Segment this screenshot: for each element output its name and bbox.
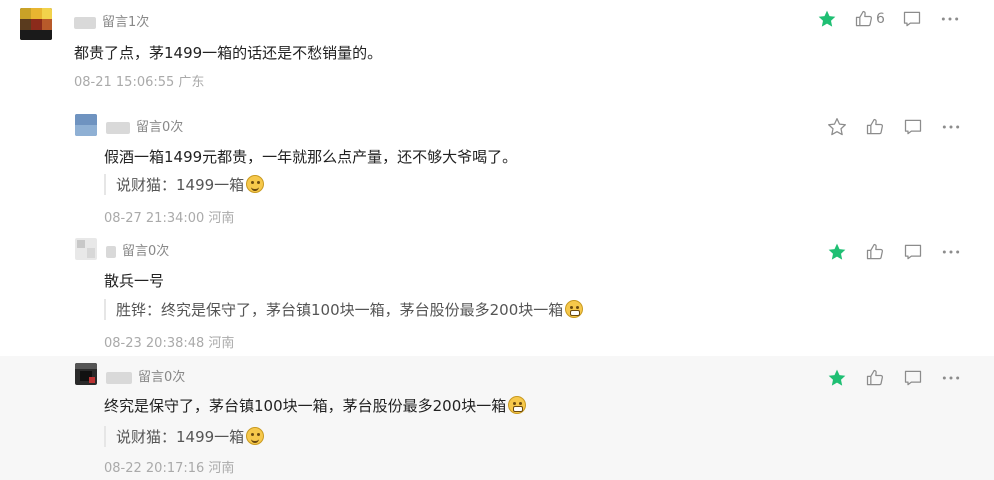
user-info: 留言0次: [106, 240, 169, 259]
user-info: 留言1次: [74, 11, 149, 30]
quoted-reply: 说财猫：1499一箱: [104, 426, 265, 447]
username-blurred[interactable]: [106, 245, 116, 258]
more-button[interactable]: [940, 242, 962, 262]
comment-icon: [904, 119, 922, 135]
like-button[interactable]: [864, 117, 886, 137]
avatar[interactable]: [75, 114, 97, 136]
like-button[interactable]: [864, 242, 886, 262]
user-info: 留言0次: [106, 116, 183, 135]
star-icon: [828, 243, 846, 260]
grin-emoji-icon: [508, 396, 527, 414]
user-info: 留言0次: [106, 366, 185, 385]
more-icon: [942, 125, 960, 129]
comment-text: 散兵一号: [104, 272, 165, 290]
comment-meta: 08-27 21:34:00 河南: [104, 211, 235, 226]
star-outline-icon: [828, 118, 846, 136]
message-count: 留言1次: [102, 15, 150, 30]
reply-item: 留言0次 散兵一号 胜铧：终究是保守了，茅台镇100块一箱，茅台股份最多200块…: [0, 232, 994, 356]
comment-actions: [826, 242, 962, 262]
comment-text: 终究是保守了，茅台镇100块一箱，茅台股份最多200块一箱: [104, 395, 527, 416]
comment-meta: 08-22 20:17:16 河南: [104, 461, 235, 476]
comment-actions: [826, 368, 962, 388]
comment-item: 留言1次 都贵了点，茅1499一箱的话还是不愁销量的。 08-21 15:06:…: [0, 0, 994, 100]
reply-button[interactable]: [902, 242, 924, 262]
reply-button[interactable]: [902, 368, 924, 388]
thumbs-up-icon: [866, 369, 883, 386]
comment-icon: [903, 11, 921, 27]
comment-actions: [826, 117, 962, 137]
thumbs-up-icon: [866, 118, 883, 135]
comment-text: 都贵了点，茅1499一箱的话还是不愁销量的。: [74, 44, 383, 62]
comment-text-body: 终究是保守了，茅台镇100块一箱，茅台股份最多200块一箱: [104, 397, 507, 415]
star-icon: [828, 369, 846, 386]
more-button[interactable]: [939, 9, 961, 29]
like-button[interactable]: 6: [854, 9, 885, 29]
comment-icon: [904, 370, 922, 386]
emoji-icon: [246, 427, 265, 445]
star-button[interactable]: [826, 368, 848, 388]
comment-meta: 08-21 15:06:55 广东: [74, 75, 205, 90]
thumbs-up-icon: [855, 10, 872, 27]
message-count: 留言0次: [122, 244, 170, 259]
like-button[interactable]: [864, 368, 886, 388]
avatar[interactable]: [75, 363, 97, 385]
like-count: 6: [876, 11, 885, 27]
quote-text: 说财猫：1499一箱: [116, 428, 245, 446]
message-count: 留言0次: [138, 370, 186, 385]
star-button[interactable]: [816, 9, 838, 29]
avatar[interactable]: [75, 238, 97, 260]
grin-emoji-icon: [565, 300, 584, 318]
more-icon: [942, 250, 960, 254]
message-count: 留言0次: [136, 120, 184, 135]
username-blurred[interactable]: [106, 121, 130, 134]
username-blurred[interactable]: [74, 16, 96, 29]
avatar[interactable]: [20, 8, 52, 40]
reply-item: 留言0次 终究是保守了，茅台镇100块一箱，茅台股份最多200块一箱 说财猫：1…: [0, 356, 994, 480]
username-blurred[interactable]: [106, 371, 132, 384]
quote-text: 说财猫：1499一箱: [116, 176, 245, 194]
reply-button[interactable]: [902, 117, 924, 137]
comment-meta: 08-23 20:38:48 河南: [104, 336, 235, 351]
quote-text: 胜铧：终究是保守了，茅台镇100块一箱，茅台股份最多200块一箱: [116, 301, 564, 319]
more-button[interactable]: [940, 117, 962, 137]
more-icon: [942, 376, 960, 380]
star-button[interactable]: [826, 117, 848, 137]
comment-text: 假酒一箱1499元都贵，一年就那么点产量，还不够大爷喝了。: [104, 148, 518, 166]
quoted-reply: 说财猫：1499一箱: [104, 174, 265, 195]
comment-icon: [904, 244, 922, 260]
reply-item: 留言0次 假酒一箱1499元都贵，一年就那么点产量，还不够大爷喝了。 说财猫：1…: [0, 108, 994, 232]
quoted-reply: 胜铧：终究是保守了，茅台镇100块一箱，茅台股份最多200块一箱: [104, 299, 584, 320]
star-icon: [818, 10, 836, 27]
more-icon: [941, 17, 959, 21]
emoji-icon: [246, 175, 265, 193]
comment-actions: 6: [816, 9, 961, 29]
star-button[interactable]: [826, 242, 848, 262]
more-button[interactable]: [940, 368, 962, 388]
reply-button[interactable]: [901, 9, 923, 29]
thumbs-up-icon: [866, 243, 883, 260]
